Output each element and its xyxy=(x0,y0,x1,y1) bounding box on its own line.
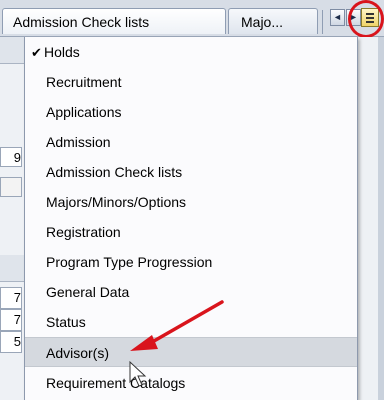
menu-item-label: Majors/Minors/Options xyxy=(46,194,187,210)
background-field-value: 7 xyxy=(13,312,21,327)
menu-item-applications[interactable]: Applications xyxy=(25,97,357,127)
menu-item-label: Status xyxy=(46,314,86,330)
menu-item-registration[interactable]: Registration xyxy=(25,217,357,247)
background-field-value: 7 xyxy=(13,290,21,305)
background-field-value: 9 xyxy=(13,150,21,165)
menu-item-label: Admission Check lists xyxy=(46,164,183,180)
annotation-circle xyxy=(348,0,384,38)
background-header xyxy=(0,255,24,282)
background-scrollbar xyxy=(378,37,384,400)
tab-list-menu: ✔ Holds Recruitment Applications Admissio… xyxy=(24,37,358,400)
background-form-panel: 9 7 7 5 xyxy=(0,37,25,400)
tab-label: Admission Check lists xyxy=(13,14,150,30)
menu-item-label: Applications xyxy=(46,104,122,120)
background-field: 9 xyxy=(0,147,22,167)
menu-item-program-type-progression[interactable]: Program Type Progression xyxy=(25,247,357,277)
background-field: 5 xyxy=(0,331,22,353)
menu-item-general-data[interactable]: General Data xyxy=(25,277,357,307)
checkmark-icon: ✔ xyxy=(31,45,42,60)
tab-admission-check-lists[interactable]: Admission Check lists xyxy=(2,8,226,34)
menu-item-admission-check-lists[interactable]: Admission Check lists xyxy=(25,157,357,187)
background-field: 7 xyxy=(0,309,22,331)
tab-scroll-left-button[interactable]: ◄ xyxy=(330,9,345,26)
menu-item-label: Advisor(s) xyxy=(46,345,110,361)
menu-item-status[interactable]: Status xyxy=(25,307,357,337)
menu-item-majors-minors-options[interactable]: Majors/Minors/Options xyxy=(25,187,357,217)
menu-item-requirement-catalogs[interactable]: Requirement Catalogs xyxy=(25,368,357,398)
menu-item-label: Requirement Catalogs xyxy=(46,375,186,391)
background-field-empty xyxy=(0,177,22,197)
tab-label: Majo... xyxy=(241,14,284,30)
menu-item-label: Admission xyxy=(46,134,111,150)
menu-item-label: Recruitment xyxy=(46,74,122,90)
tab-majors[interactable]: Majo... xyxy=(228,8,318,34)
tab-divider xyxy=(322,10,323,34)
background-field-value: 5 xyxy=(13,334,21,349)
background-header xyxy=(0,37,24,64)
menu-item-admission[interactable]: Admission xyxy=(25,127,357,157)
menu-item-label: Program Type Progression xyxy=(46,254,213,270)
menu-item-label: Holds xyxy=(44,44,80,60)
arrow-left-icon: ◄ xyxy=(333,12,342,22)
menu-item-advisors[interactable]: Advisor(s) xyxy=(25,337,357,367)
menu-item-label: General Data xyxy=(46,284,130,300)
tab-strip: Admission Check lists Majo... ◄ ► xyxy=(0,0,384,38)
menu-item-holds[interactable]: ✔ Holds xyxy=(25,37,357,67)
menu-item-label: Registration xyxy=(46,224,121,240)
background-field: 7 xyxy=(0,287,22,309)
background-right-panel xyxy=(358,37,384,400)
menu-item-recruitment[interactable]: Recruitment xyxy=(25,67,357,97)
